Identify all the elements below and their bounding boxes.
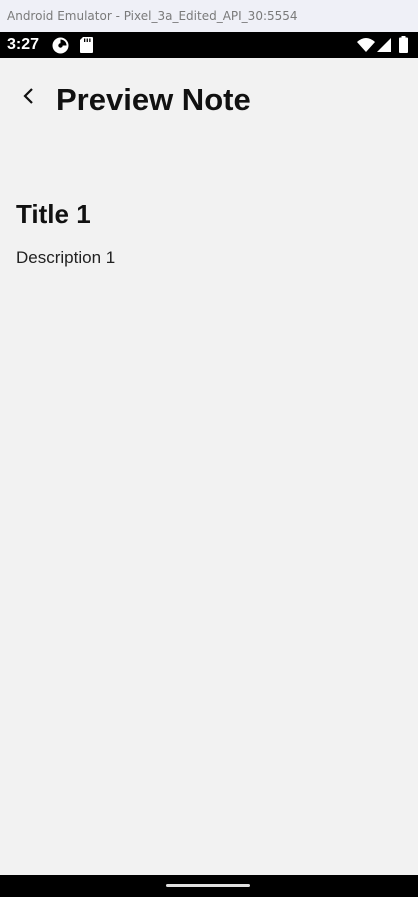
note-title: Title 1 xyxy=(16,199,91,229)
page-title: Preview Note xyxy=(56,82,251,117)
status-time: 3:27 xyxy=(7,36,40,53)
chevron-left-icon xyxy=(22,87,34,110)
navigation-bar xyxy=(0,875,418,897)
note-preview: Title 1 Description 1 xyxy=(16,198,402,269)
back-button[interactable] xyxy=(10,80,46,116)
sd-card-icon xyxy=(80,37,93,58)
battery-icon xyxy=(399,36,408,58)
cellular-signal-icon xyxy=(377,38,391,57)
emulator-window-title: Android Emulator - Pixel_3a_Edited_API_3… xyxy=(7,9,298,23)
device-screen: 3:27 Preview Note Title 1 Description 1 xyxy=(0,32,418,897)
note-description: Description 1 xyxy=(16,248,116,267)
privacy-indicator-icon xyxy=(52,37,69,59)
app-header: Preview Note xyxy=(0,58,418,138)
home-gesture-handle[interactable] xyxy=(166,884,250,887)
wifi-icon xyxy=(357,38,375,57)
emulator-title-bar: Android Emulator - Pixel_3a_Edited_API_3… xyxy=(0,0,418,32)
status-bar: 3:27 xyxy=(0,32,418,58)
